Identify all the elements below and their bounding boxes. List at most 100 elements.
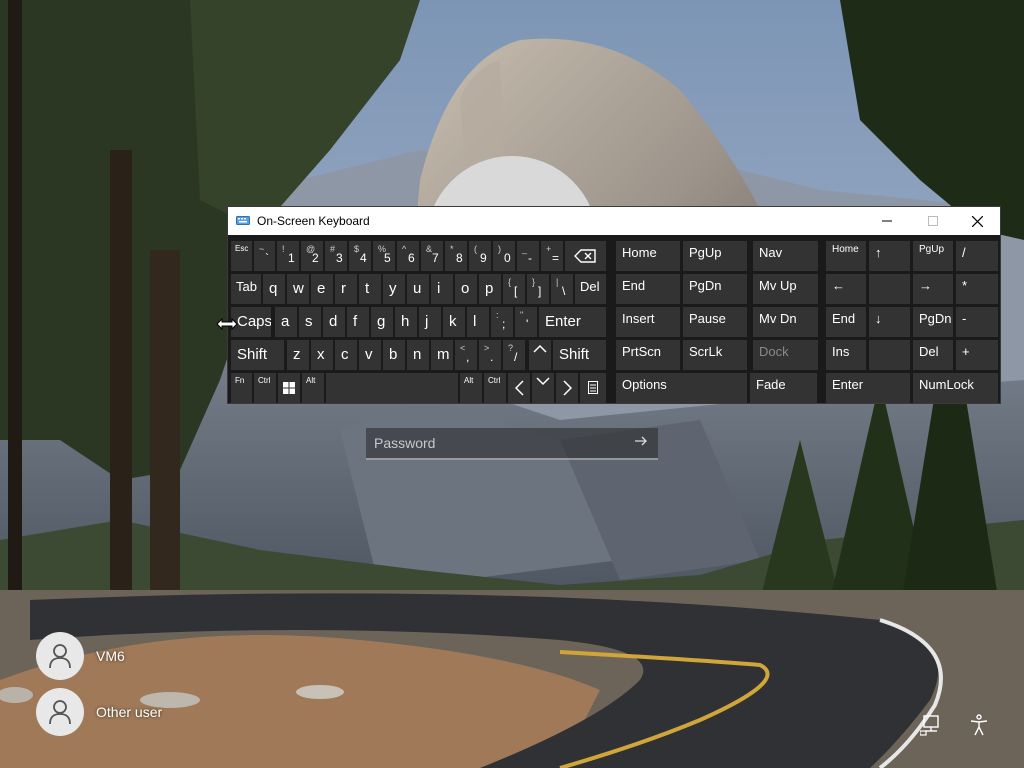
key-mv-dn[interactable]: Mv Dn (753, 307, 818, 337)
key-l[interactable]: l (467, 307, 489, 337)
key-pause[interactable]: Pause (683, 307, 747, 337)
key-arrow-down-chevron[interactable] (532, 373, 554, 403)
key-a[interactable]: a (275, 307, 297, 337)
key-2[interactable]: @2 (301, 241, 323, 271)
key-quote[interactable]: " ' (515, 307, 537, 337)
numpad-key-pgdn[interactable]: PgDn (913, 307, 953, 337)
key-i[interactable]: i (431, 274, 453, 304)
key-ctrl[interactable]: Ctrl (254, 373, 276, 403)
key-equals[interactable]: + = (541, 241, 563, 271)
key-backslash[interactable]: | \ (551, 274, 573, 304)
key-q[interactable]: q (263, 274, 285, 304)
numpad-key-down[interactable]: ↓ (869, 307, 910, 337)
maximize-button[interactable] (910, 207, 956, 235)
user-tile-vm6[interactable]: VM6 (36, 632, 125, 680)
close-button[interactable] (954, 207, 1000, 235)
numpad-key-divide[interactable]: / (956, 241, 998, 271)
key-fade[interactable]: Fade (750, 373, 817, 403)
key-u[interactable]: u (407, 274, 429, 304)
user-tile-other-user[interactable]: Other user (36, 688, 162, 736)
key-p[interactable]: p (479, 274, 501, 304)
key-insert[interactable]: Insert (616, 307, 680, 337)
key-3[interactable]: #3 (325, 241, 347, 271)
key-arrow-right-chevron[interactable] (556, 373, 578, 403)
key-r[interactable]: r (335, 274, 357, 304)
key-tab[interactable]: Tab (231, 274, 261, 304)
network-icon[interactable] (919, 714, 942, 736)
key-minus[interactable]: _ - (517, 241, 539, 271)
key-y[interactable]: y (383, 274, 405, 304)
numpad-key-multiply[interactable]: * (956, 274, 998, 304)
key-w[interactable]: w (287, 274, 309, 304)
key-ctrl[interactable]: Ctrl (484, 373, 506, 403)
key-del[interactable]: Del (575, 274, 606, 304)
numpad-key-numlock[interactable]: NumLock (913, 373, 998, 403)
numpad-key-del[interactable]: Del (913, 340, 953, 370)
key-options[interactable]: Options (616, 373, 747, 403)
osk-titlebar[interactable]: On-Screen Keyboard (228, 207, 1000, 235)
key-v[interactable]: v (359, 340, 381, 370)
submit-arrow-icon[interactable] (632, 434, 650, 452)
key-enter[interactable]: Enter (539, 307, 606, 337)
numpad-key-home[interactable]: Home (826, 241, 866, 271)
key-prtscn[interactable]: PrtScn (616, 340, 680, 370)
numpad-key-blank[interactable] (869, 274, 910, 304)
key-6[interactable]: ^ 6 (397, 241, 419, 271)
key-j[interactable]: j (419, 307, 441, 337)
password-input[interactable] (366, 428, 616, 458)
key-arrow-up-chevron[interactable] (529, 340, 551, 370)
key-t[interactable]: t (359, 274, 381, 304)
key-slash[interactable]: ? / (503, 340, 525, 370)
numpad-key-add[interactable]: + (956, 340, 998, 370)
key-8[interactable]: * 8 (445, 241, 467, 271)
key-arrow-left-chevron[interactable] (508, 373, 530, 403)
numpad-key-end[interactable]: End (826, 307, 866, 337)
key-semicolon[interactable]: :; (491, 307, 513, 337)
key-g[interactable]: g (371, 307, 393, 337)
key-dock[interactable]: Dock (753, 340, 818, 370)
key-home[interactable]: Home (616, 241, 680, 271)
key-7[interactable]: & 7 (421, 241, 443, 271)
numpad-key-ins[interactable]: Ins (826, 340, 866, 370)
key-k[interactable]: k (443, 307, 465, 337)
numpad-key-pgup[interactable]: PgUp (913, 241, 953, 271)
numpad-key-left[interactable]: ← (826, 274, 866, 304)
key-mv-up[interactable]: Mv Up (753, 274, 818, 304)
numpad-key-blank[interactable] (869, 340, 910, 370)
key-pgup[interactable]: PgUp (683, 241, 747, 271)
key-shift[interactable]: Shift (231, 340, 284, 370)
key-1[interactable]: ! 1 (277, 241, 299, 271)
key-e[interactable]: e (311, 274, 333, 304)
key-pgdn[interactable]: PgDn (683, 274, 747, 304)
key-fn[interactable]: Fn (231, 373, 252, 403)
key-nav[interactable]: Nav (753, 241, 818, 271)
numpad-key-right[interactable]: → (913, 274, 953, 304)
key-f[interactable]: f (347, 307, 369, 337)
key-b[interactable]: b (383, 340, 405, 370)
key-period[interactable]: >. (479, 340, 501, 370)
key-shift[interactable]: Shift (553, 340, 606, 370)
key-9[interactable]: (9 (469, 241, 491, 271)
key-alt[interactable]: Alt (460, 373, 482, 403)
key-backtick[interactable]: ~ ` (254, 241, 275, 271)
key-0[interactable]: ) 0 (493, 241, 515, 271)
key-c[interactable]: c (335, 340, 357, 370)
key-left-bracket[interactable]: {[ (503, 274, 525, 304)
key-d[interactable]: d (323, 307, 345, 337)
key-end[interactable]: End (616, 274, 680, 304)
key-scrlk[interactable]: ScrLk (683, 340, 747, 370)
key-esc[interactable]: Esc (231, 241, 252, 271)
key-5[interactable]: % 5 (373, 241, 395, 271)
key-h[interactable]: h (395, 307, 417, 337)
key-alt[interactable]: Alt (302, 373, 324, 403)
key-right-bracket[interactable]: }] (527, 274, 549, 304)
key-4[interactable]: $4 (349, 241, 371, 271)
key-x[interactable]: x (311, 340, 333, 370)
key-s[interactable]: s (299, 307, 321, 337)
key-menu-key[interactable] (580, 373, 606, 403)
key-o[interactable]: o (455, 274, 477, 304)
accessibility-icon[interactable] (968, 714, 990, 736)
key-backspace[interactable] (565, 241, 606, 271)
key-z[interactable]: z (287, 340, 309, 370)
key-space[interactable] (326, 373, 458, 403)
